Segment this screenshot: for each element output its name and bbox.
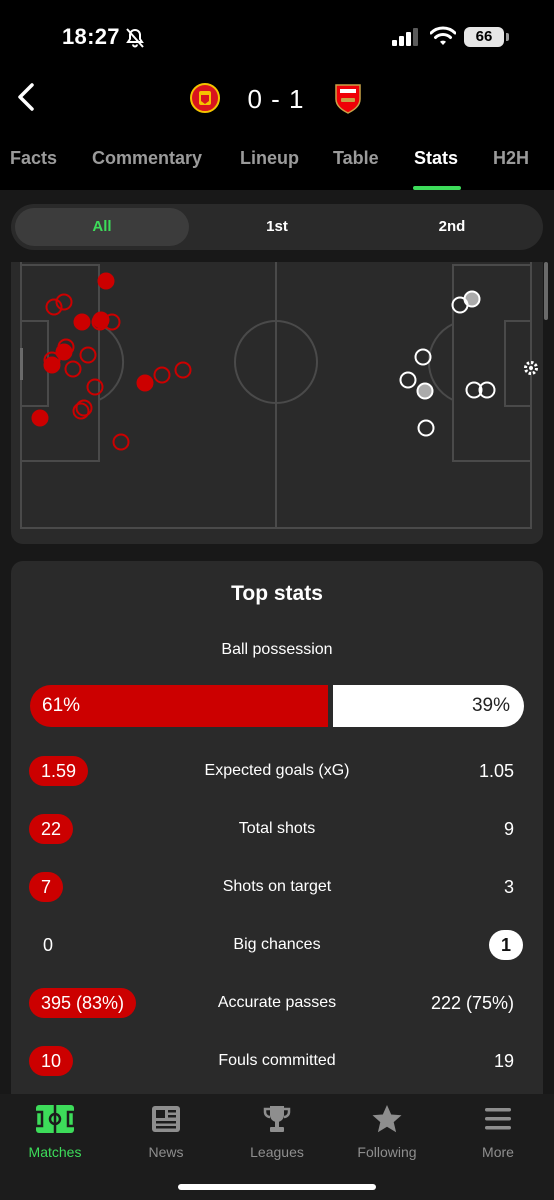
shot-marker[interactable] [86, 378, 104, 396]
stat-away-value: 9 [503, 819, 514, 839]
possession-away-bar: 39% [333, 685, 524, 727]
home-indicator [178, 1184, 376, 1190]
period-second-half-button[interactable]: 2nd [365, 208, 539, 246]
possession-home-bar: 61% [30, 685, 328, 727]
shot-map-scrollbar[interactable] [544, 262, 548, 320]
cellular-signal-icon [392, 28, 418, 46]
trophy-icon [263, 1106, 291, 1132]
tab-h2h[interactable]: H2H [493, 148, 529, 169]
period-first-half-button[interactable]: 1st [191, 208, 363, 246]
nav-more[interactable]: More [443, 1102, 553, 1160]
shot-marker[interactable] [451, 296, 469, 314]
tab-lineup[interactable]: Lineup [240, 148, 299, 169]
gear-icon[interactable] [522, 359, 540, 377]
home-goal-marker [20, 348, 23, 380]
tab-commentary[interactable]: Commentary [92, 148, 202, 169]
back-arrow-icon[interactable] [12, 80, 42, 114]
nav-matches[interactable]: Matches [0, 1102, 110, 1160]
match-tabs: Facts Commentary Lineup Table Stats H2H [0, 140, 554, 190]
shot-marker[interactable] [153, 366, 171, 384]
menu-icon [485, 1108, 511, 1130]
period-all-button[interactable]: All [15, 208, 189, 246]
shot-marker[interactable] [73, 313, 91, 331]
stat-label: Fouls committed [218, 1052, 336, 1069]
stat-away-value: 19 [493, 1051, 514, 1071]
shot-marker[interactable] [79, 346, 97, 364]
stat-label: Big chances [233, 936, 321, 953]
nav-leagues[interactable]: Leagues [222, 1102, 332, 1160]
stat-row-total-shots: 22 Total shots 9 [0, 814, 554, 848]
stat-label: Total shots [238, 820, 316, 837]
stat-away-value: 1 [489, 930, 523, 960]
home-team-logo[interactable] [190, 82, 220, 114]
stat-away-value: 222 (75%) [430, 993, 514, 1013]
shot-marker[interactable] [31, 409, 49, 427]
away-shots-layer [399, 290, 496, 437]
shot-marker[interactable] [417, 419, 435, 437]
nav-label: Following [357, 1144, 417, 1160]
top-stats-title: Top stats [231, 582, 323, 605]
bell-muted-icon [126, 28, 144, 48]
away-team-logo[interactable] [333, 82, 363, 114]
shot-marker[interactable] [75, 399, 93, 417]
stat-label: Expected goals (xG) [204, 762, 350, 779]
shot-marker[interactable] [136, 374, 154, 392]
stat-away-value: 1.05 [478, 761, 514, 781]
stat-row-shots-on-target: 7 Shots on target 3 [0, 872, 554, 906]
battery-tip [506, 33, 509, 41]
stat-row-xg: 1.59 Expected goals (xG) 1.05 [0, 756, 554, 790]
away-penalty-area [452, 264, 532, 462]
shot-marker[interactable] [43, 356, 61, 374]
shot-marker[interactable] [97, 272, 115, 290]
nav-following[interactable]: Following [332, 1102, 442, 1160]
nav-news[interactable]: News [111, 1102, 221, 1160]
shot-marker[interactable] [72, 402, 90, 420]
shot-marker[interactable] [399, 371, 417, 389]
wifi-icon [430, 26, 456, 45]
tab-facts[interactable]: Facts [10, 148, 57, 169]
shot-marker[interactable] [416, 382, 434, 400]
stat-away-value: 3 [503, 877, 514, 897]
shot-marker[interactable] [112, 433, 130, 451]
battery-level: 66 [464, 27, 504, 47]
tab-table[interactable]: Table [333, 148, 379, 169]
status-bar: 18:27 66 [0, 0, 554, 70]
stat-row-accurate-passes: 395 (83%) Accurate passes 222 (75%) [0, 988, 554, 1022]
home-shots-layer [31, 272, 192, 451]
nav-label: News [148, 1144, 184, 1160]
pitch-icon [35, 1105, 75, 1133]
status-time: 18:27 [62, 24, 120, 49]
match-score: 0 - 1 [247, 84, 305, 114]
stat-row-big-chances: 0 Big chances 1 [0, 930, 554, 964]
stat-row-fouls: 10 Fouls committed 19 [0, 1046, 554, 1080]
nav-label: More [482, 1144, 514, 1160]
stat-label: Shots on target [222, 878, 332, 895]
tab-stats[interactable]: Stats [414, 148, 458, 169]
star-icon [372, 1105, 402, 1133]
nav-label: Matches [28, 1144, 82, 1160]
shot-marker[interactable] [64, 360, 82, 378]
shot-map-pitch [20, 262, 532, 529]
period-selector: All 1st 2nd [11, 204, 543, 250]
possession-label: Ball possession [221, 641, 333, 658]
shot-map-card [11, 262, 543, 544]
shot-marker[interactable] [174, 361, 192, 379]
nav-label: Leagues [250, 1144, 304, 1160]
newspaper-icon [152, 1106, 180, 1132]
